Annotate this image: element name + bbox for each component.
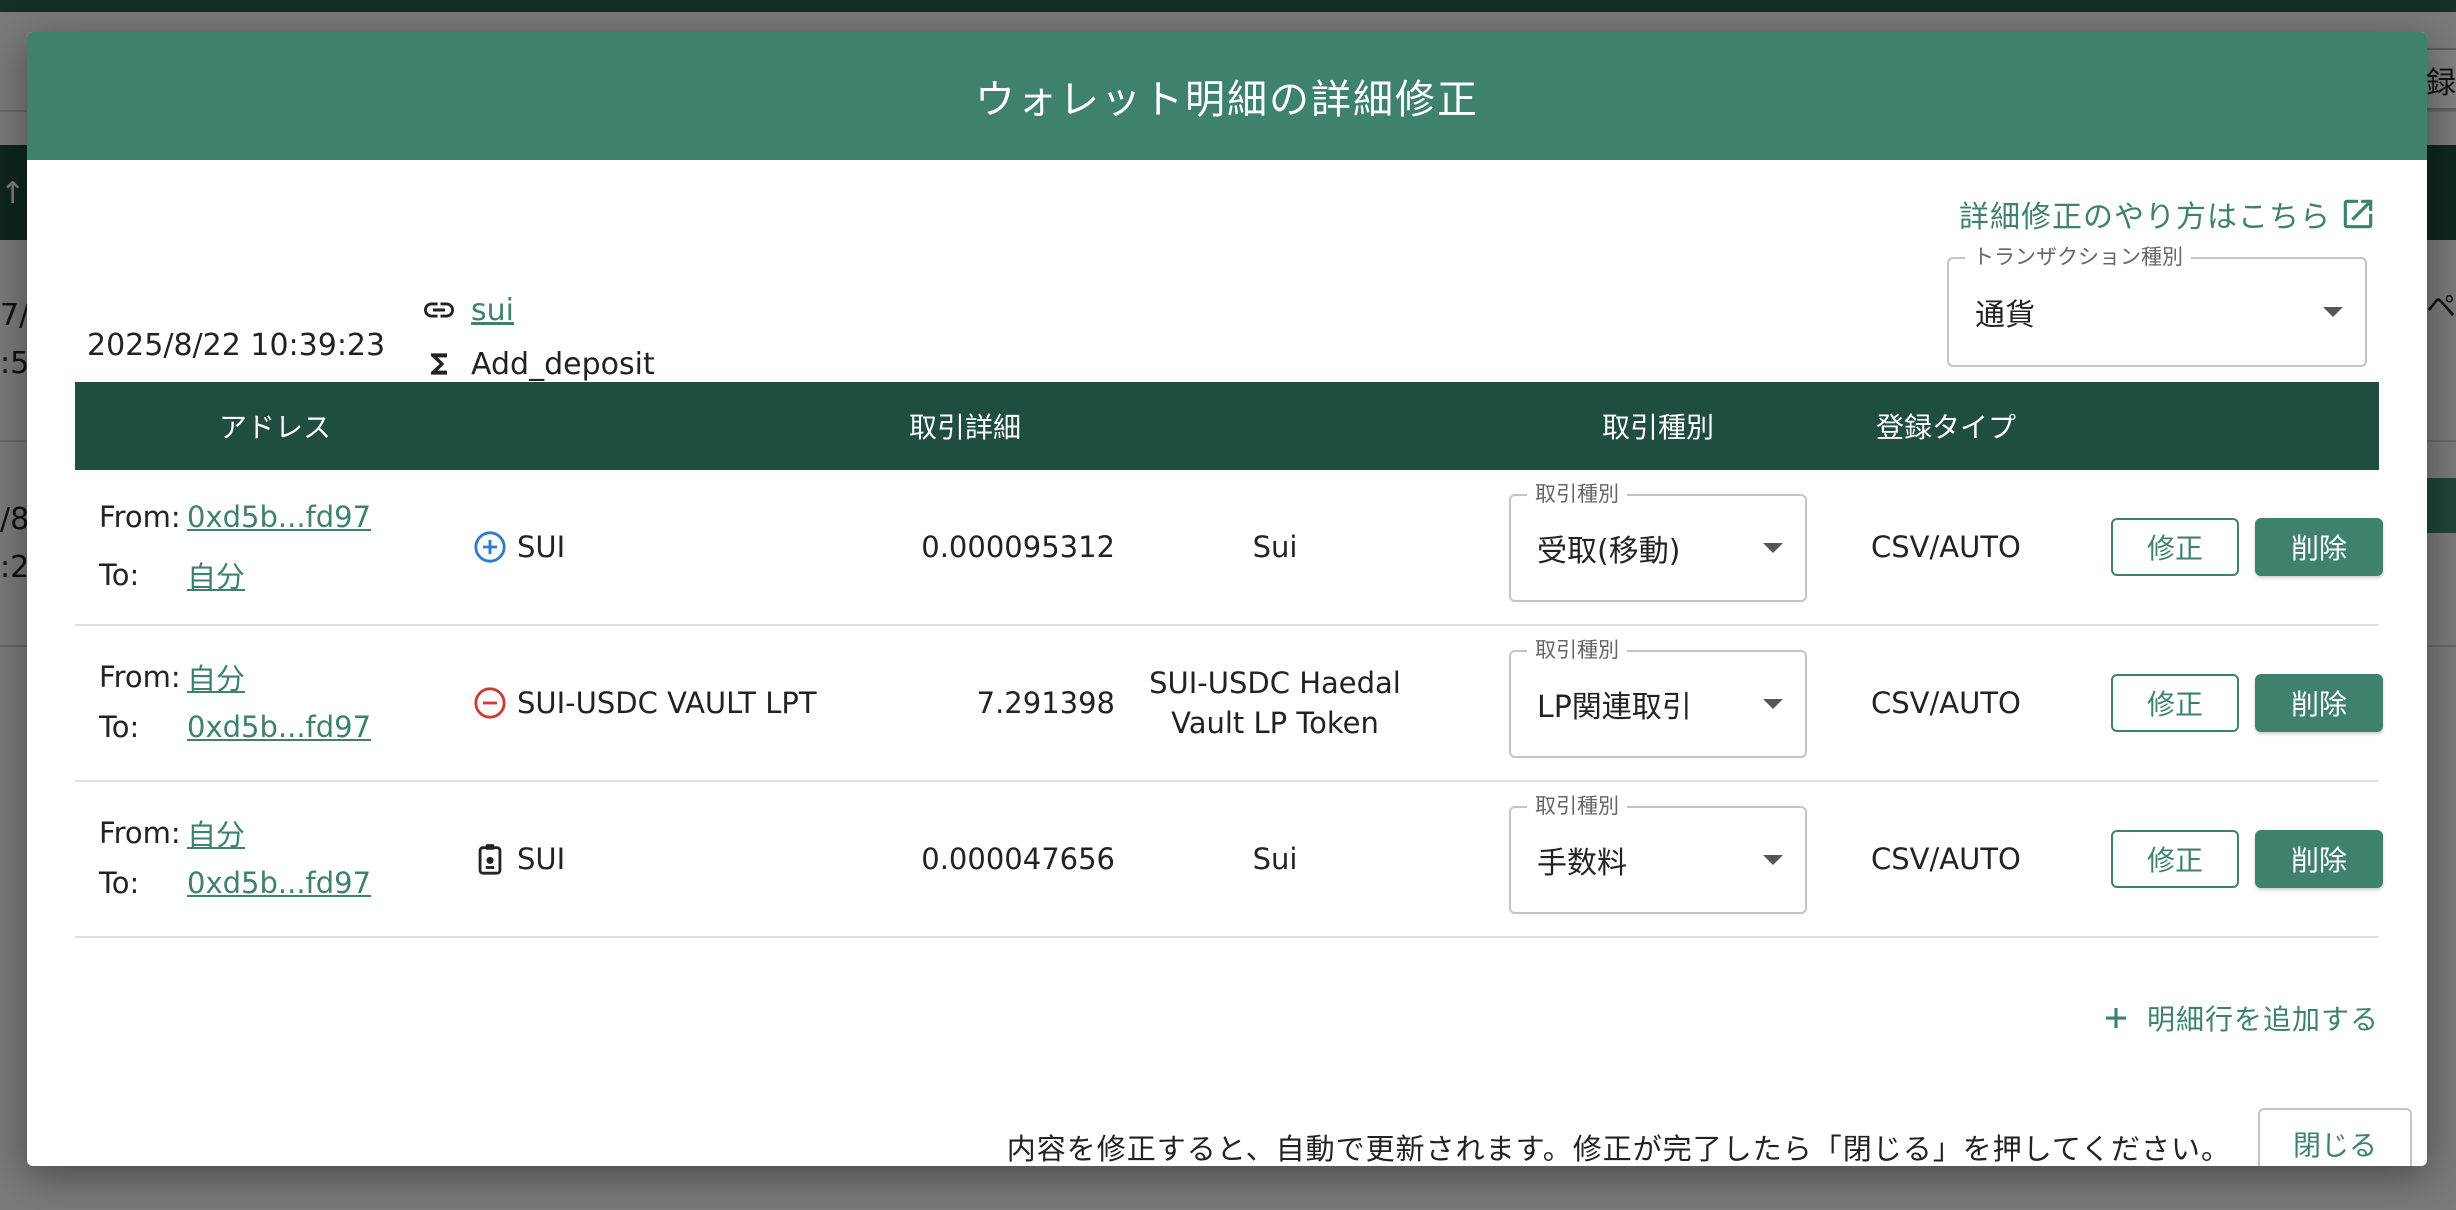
header-type: 取引種別 <box>1601 411 1715 444</box>
edit-button[interactable]: 修正 <box>2111 518 2239 576</box>
to-address-link[interactable]: 0xd5b...fd97 <box>187 710 371 744</box>
from-label: From: <box>99 816 181 850</box>
asset: SUI <box>473 842 565 876</box>
to-address-link[interactable]: 自分 <box>187 554 245 596</box>
trade-type-select[interactable]: 取引種別 手数料 <box>1509 794 1807 914</box>
transaction-type-select[interactable]: トランザクション種別 通貨 <box>1947 245 2367 367</box>
trade-type-value: 手数料 <box>1537 846 1627 881</box>
transaction-method: Add_deposit <box>471 346 655 382</box>
transaction-type-value: 通貨 <box>1975 298 2035 333</box>
from-address-link[interactable]: 自分 <box>187 656 245 698</box>
plus-circle-icon <box>474 531 506 563</box>
table-header: アドレス 取引詳細 取引種別 登録タイプ <box>75 382 2379 470</box>
from-line: From: 自分 <box>99 656 245 698</box>
to-line: To: 0xd5b...fd97 <box>99 710 371 744</box>
modal-title: ウォレット明細の詳細修正 <box>975 77 1479 123</box>
transaction-datetime: 2025/8/22 10:39:23 <box>87 328 386 363</box>
asset-symbol: SUI <box>517 842 566 876</box>
transaction-method-row: Add_deposit <box>419 344 655 384</box>
add-row-label: 明細行を追加する <box>2146 1003 2379 1036</box>
asset: SUI <box>473 530 565 564</box>
fee-badge-icon <box>478 844 502 875</box>
from-address-link[interactable]: 0xd5b...fd97 <box>187 500 371 534</box>
edit-button[interactable]: 修正 <box>2111 674 2239 732</box>
transaction-link-row: sui <box>419 290 514 330</box>
header-registration-type: 登録タイプ <box>1875 411 2017 444</box>
asset: SUI-USDC VAULT LPT <box>473 686 817 720</box>
from-label: From: <box>99 500 181 534</box>
to-line: To: 0xd5b...fd97 <box>99 866 371 900</box>
from-line: From: 0xd5b...fd97 <box>99 500 371 534</box>
modal-header: ウォレット明細の詳細修正 <box>27 32 2427 160</box>
external-link-icon <box>2343 199 2373 229</box>
link-icon <box>419 290 459 330</box>
delete-button[interactable]: 削除 <box>2255 518 2383 576</box>
token-name: Sui <box>1252 530 1298 564</box>
to-address-link[interactable]: 0xd5b...fd97 <box>187 866 371 900</box>
help-link[interactable]: 詳細修正のやり方はこちら <box>1959 192 2377 236</box>
trade-type-label: 取引種別 <box>1527 482 1627 506</box>
add-row-button[interactable]: 明細行を追加する <box>2101 998 2379 1038</box>
trade-type-select[interactable]: 取引種別 LP関連取引 <box>1509 638 1807 758</box>
plus-icon <box>2105 1008 2126 1028</box>
close-button[interactable]: 閉じる <box>2258 1108 2412 1166</box>
amount: 0.000095312 <box>921 530 1115 564</box>
header-address: アドレス <box>218 411 332 444</box>
header-detail: 取引詳細 <box>908 411 1022 444</box>
footer-note: 内容を修正すると、自動で更新されます。修正が完了したら「閉じる」を押してください… <box>1006 1132 2231 1166</box>
sigma-icon <box>419 344 459 384</box>
chevron-down-icon <box>1763 699 1783 709</box>
chevron-down-icon <box>1763 855 1783 865</box>
delete-button[interactable]: 削除 <box>2255 830 2383 888</box>
to-label: To: <box>99 710 140 744</box>
from-line: From: 自分 <box>99 812 245 854</box>
to-label: To: <box>99 866 140 900</box>
delete-button[interactable]: 削除 <box>2255 674 2383 732</box>
asset-symbol: SUI <box>517 530 566 564</box>
minus-circle-icon <box>474 687 506 719</box>
table-row: From: 0xd5b...fd97 To: 自分 SUI 0.00009531… <box>75 470 2383 626</box>
transaction-type-label: トランザクション種別 <box>1965 245 2191 269</box>
trade-type-value: LP関連取引 <box>1537 690 1692 725</box>
transaction-link[interactable]: sui <box>471 293 514 328</box>
trade-type-value: 受取(移動) <box>1537 534 1681 569</box>
registration-type: CSV/AUTO <box>1871 530 2021 564</box>
from-label: From: <box>99 660 181 694</box>
trade-type-label: 取引種別 <box>1527 794 1627 818</box>
token-name: SUI-USDC Haedal Vault LP Token <box>1149 666 1401 740</box>
token-name: Sui <box>1252 842 1298 876</box>
wallet-detail-edit-modal: ウォレット明細の詳細修正 詳細修正のやり方はこちら 2025/8/22 10:3… <box>27 32 2427 1166</box>
edit-button[interactable]: 修正 <box>2111 830 2239 888</box>
trade-type-label: 取引種別 <box>1527 638 1627 662</box>
to-label: To: <box>99 558 140 592</box>
amount: 0.000047656 <box>921 842 1115 876</box>
chevron-down-icon <box>2323 307 2343 317</box>
asset-symbol: SUI-USDC VAULT LPT <box>517 686 817 720</box>
to-line: To: 自分 <box>99 554 245 596</box>
chevron-down-icon <box>1763 543 1783 553</box>
amount: 7.291398 <box>976 686 1115 720</box>
help-link-label: 詳細修正のやり方はこちら <box>1959 200 2331 235</box>
registration-type: CSV/AUTO <box>1871 686 2021 720</box>
registration-type: CSV/AUTO <box>1871 842 2021 876</box>
detail-table: アドレス 取引詳細 取引種別 登録タイプ From: 0xd5b...fd97 … <box>75 382 2383 938</box>
from-address-link[interactable]: 自分 <box>187 812 245 854</box>
table-row: From: 自分 To: 0xd5b...fd97 SUI-USDC VAULT… <box>75 626 2383 782</box>
trade-type-select[interactable]: 取引種別 受取(移動) <box>1509 482 1807 602</box>
table-row: From: 自分 To: 0xd5b...fd97 SUI 0.00004765… <box>75 782 2383 938</box>
